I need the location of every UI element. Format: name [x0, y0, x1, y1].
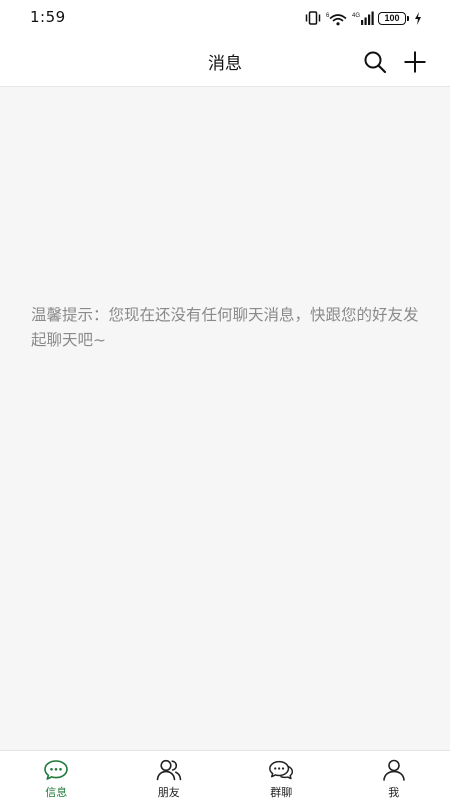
- nav-bar: 消息: [0, 36, 450, 87]
- chat-bubble-icon: [44, 760, 69, 780]
- tab-label: 我: [388, 786, 400, 799]
- empty-state-tip: 温馨提示：您现在还没有任何聊天消息，快跟您的好友发起聊天吧~: [31, 306, 419, 349]
- tab-friends[interactable]: 朋友: [113, 751, 226, 800]
- tab-label: 信息: [45, 786, 68, 799]
- vibrate-icon: [305, 11, 321, 25]
- status-bar: 1:59 6 4G 100: [0, 0, 450, 36]
- add-button[interactable]: [401, 48, 429, 76]
- status-icons: 6 4G 100: [304, 9, 422, 27]
- tab-label: 群聊: [270, 786, 293, 799]
- tab-me[interactable]: 我: [338, 751, 450, 800]
- message-list: 温馨提示：您现在还没有任何聊天消息，快跟您的好友发起聊天吧~: [0, 87, 450, 750]
- svg-text:6: 6: [326, 13, 330, 19]
- tab-bar: 信息 朋友 群聊 我: [0, 750, 450, 800]
- signal-icon: 4G: [352, 11, 374, 25]
- group-chat-icon: [269, 760, 294, 780]
- tab-label: 朋友: [157, 786, 180, 799]
- tab-messages[interactable]: 信息: [0, 751, 113, 800]
- tab-group-chat[interactable]: 群聊: [225, 751, 338, 800]
- profile-icon: [382, 759, 405, 781]
- plus-icon: [404, 51, 426, 73]
- friends-icon: [156, 759, 182, 781]
- network-type: 4G: [352, 13, 360, 19]
- charging-icon: [415, 11, 421, 25]
- search-button[interactable]: [361, 48, 389, 76]
- search-icon: [364, 51, 387, 74]
- wifi-icon: 6: [326, 13, 347, 25]
- battery-icon: 100: [378, 11, 409, 25]
- battery-level: 100: [384, 12, 400, 23]
- status-time: 1:59: [30, 8, 66, 26]
